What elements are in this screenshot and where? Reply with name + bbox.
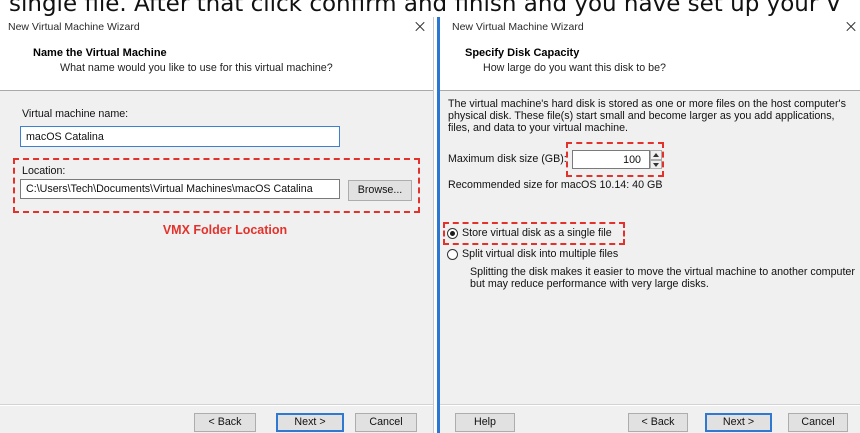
max-disk-size-label: Maximum disk size (GB): bbox=[448, 153, 567, 165]
close-button[interactable] bbox=[843, 19, 859, 35]
spin-down-button[interactable] bbox=[650, 160, 662, 169]
radio-icon[interactable] bbox=[447, 228, 458, 239]
split-note-line: Splitting the disk makes it easier to mo… bbox=[470, 266, 855, 278]
recommended-size-text: Recommended size for macOS 10.14: 40 GB bbox=[448, 179, 663, 191]
close-icon bbox=[412, 19, 428, 35]
browse-button[interactable]: Browse... bbox=[348, 180, 412, 201]
header-subtitle: How large do you want this disk to be? bbox=[483, 62, 666, 74]
caption-strip: single file. After that click confirm an… bbox=[0, 0, 860, 17]
chevron-up-icon bbox=[653, 153, 659, 157]
split-note: Splitting the disk makes it easier to mo… bbox=[470, 266, 855, 290]
max-disk-size-input[interactable] bbox=[572, 150, 650, 169]
help-button[interactable]: Help bbox=[455, 413, 515, 432]
header-title: Specify Disk Capacity bbox=[465, 47, 580, 59]
cancel-button[interactable]: Cancel bbox=[788, 413, 848, 432]
cancel-button[interactable]: Cancel bbox=[355, 413, 417, 432]
vmx-folder-annotation: VMX Folder Location bbox=[162, 223, 288, 237]
title-bar: New Virtual Machine Wizard bbox=[440, 17, 860, 37]
footer-divider bbox=[0, 404, 433, 406]
name-vm-wizard-window: New Virtual Machine Wizard Name the Virt… bbox=[0, 17, 434, 433]
description-line: files, and data to your virtual machine. bbox=[448, 122, 629, 134]
back-button[interactable]: < Back bbox=[194, 413, 256, 432]
location-label: Location: bbox=[22, 165, 66, 177]
footer-divider bbox=[440, 404, 860, 406]
back-button[interactable]: < Back bbox=[628, 413, 688, 432]
window-title: New Virtual Machine Wizard bbox=[8, 21, 140, 33]
radio-single-file-label[interactable]: Store virtual disk as a single file bbox=[462, 226, 612, 240]
window-title: New Virtual Machine Wizard bbox=[452, 21, 584, 33]
disk-capacity-wizard-window: New Virtual Machine Wizard Specify Disk … bbox=[437, 17, 860, 433]
description-line: physical disk. These file(s) start small… bbox=[448, 110, 835, 122]
header-subtitle: What name would you like to use for this… bbox=[60, 62, 333, 74]
split-note-line: but may reduce performance with very lar… bbox=[470, 278, 709, 290]
radio-icon[interactable] bbox=[447, 249, 458, 260]
description-line: The virtual machine's hard disk is store… bbox=[448, 98, 846, 110]
next-button[interactable]: Next > bbox=[705, 413, 772, 432]
wizard-header: Specify Disk Capacity How large do you w… bbox=[440, 37, 860, 91]
spin-up-button[interactable] bbox=[650, 150, 662, 160]
radio-multiple-files-label[interactable]: Split virtual disk into multiple files bbox=[462, 247, 618, 261]
disk-description: The virtual machine's hard disk is store… bbox=[448, 98, 846, 134]
close-button[interactable] bbox=[412, 19, 428, 35]
chevron-down-icon bbox=[653, 163, 659, 167]
header-title: Name the Virtual Machine bbox=[33, 47, 167, 59]
wizard-header: Name the Virtual Machine What name would… bbox=[0, 37, 433, 91]
next-button[interactable]: Next > bbox=[276, 413, 344, 432]
close-icon bbox=[843, 19, 859, 35]
caption-text: single file. After that click confirm an… bbox=[9, 0, 842, 17]
title-bar: New Virtual Machine Wizard bbox=[0, 17, 433, 37]
location-input[interactable] bbox=[20, 179, 340, 199]
vm-name-input[interactable] bbox=[20, 126, 340, 147]
vm-name-label: Virtual machine name: bbox=[22, 108, 129, 120]
